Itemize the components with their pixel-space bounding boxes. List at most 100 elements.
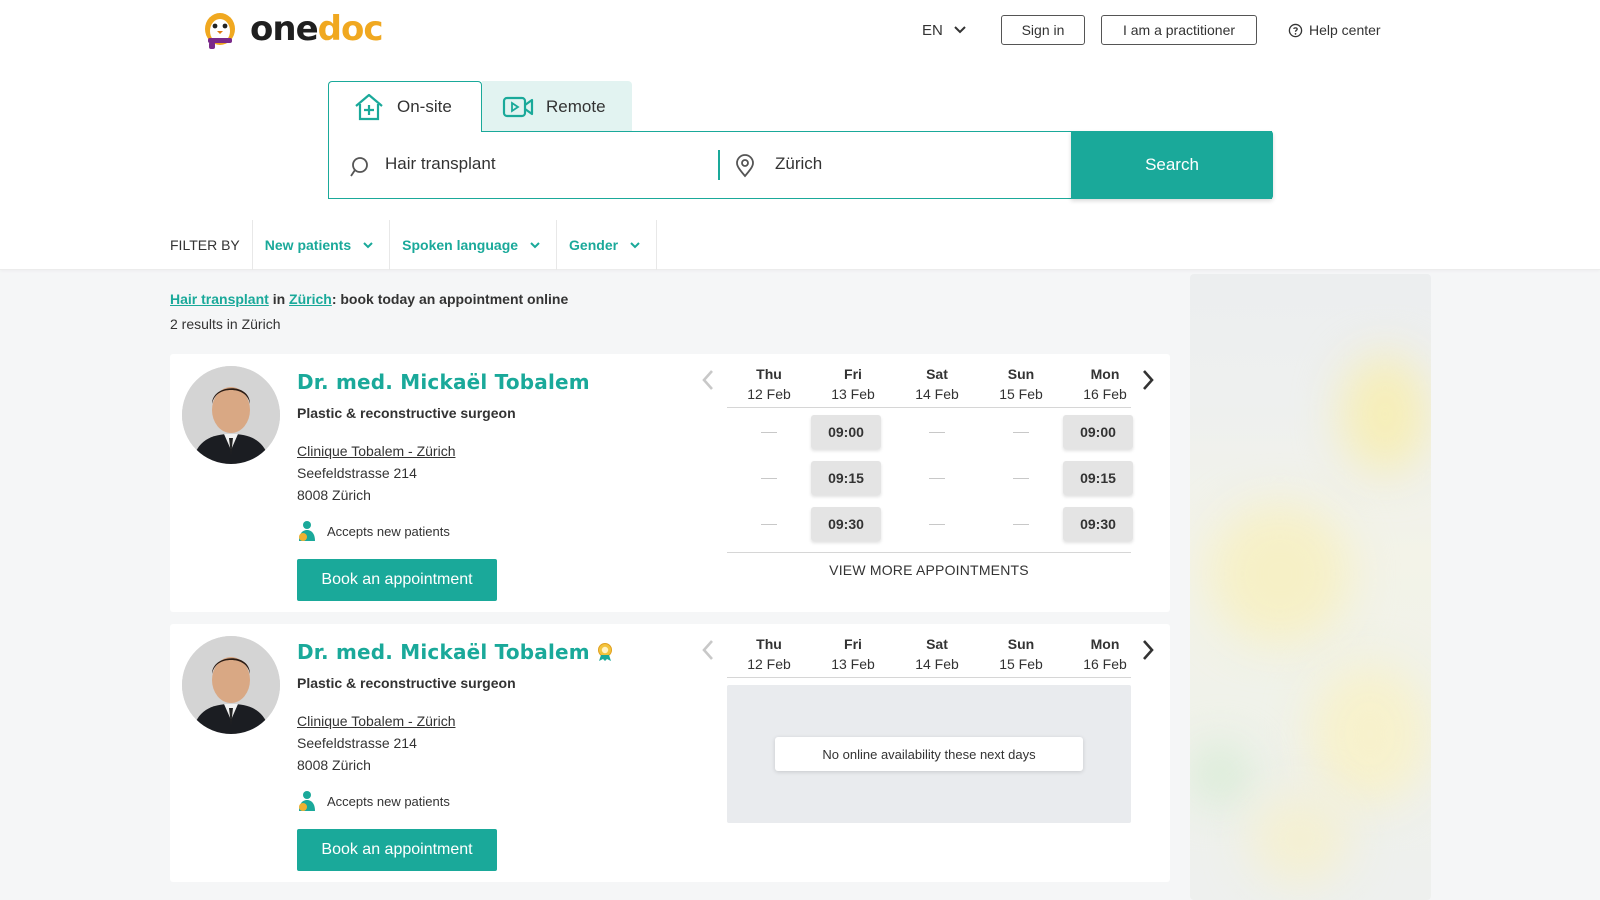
day-column-fri: Fri 13 Feb [811,364,895,404]
results-count: 2 results in Zürich [170,316,281,332]
time-slot-button[interactable]: 09:30 [1063,507,1133,541]
specialty-search-input[interactable] [385,154,685,174]
tab-on-site-label: On-site [397,97,452,116]
filter-gender-label: Gender [569,237,619,253]
clinic-street: Seefeldstrasse 214 [297,735,417,751]
new-patient-icon [299,791,315,811]
onedoc-logo[interactable]: onedoc [198,9,383,49]
day-date: 15 Feb [999,386,1043,402]
no-slot-dash [761,432,777,433]
heading-suffix-text: : book today an appointment online [331,291,569,307]
no-availability-message: No online availability these next days [775,737,1083,771]
accepts-new-patients: Accepts new patients [297,520,450,542]
day-date: 16 Feb [1083,386,1127,402]
day-column-thu: Thu 12 Feb [727,364,811,404]
no-slot-dash [761,478,777,479]
practitioner-button[interactable]: I am a practitioner [1101,15,1257,45]
language-label: EN [922,21,943,39]
language-selector[interactable]: EN [922,18,967,42]
video-camera-icon [502,96,534,117]
time-slot-button[interactable]: 09:00 [1063,415,1133,449]
view-more-appointments-link[interactable]: VIEW MORE APPOINTMENTS [727,562,1131,578]
header-area: onedoc EN Sign in I am a practitioner He… [0,0,1600,270]
slots-separator [727,552,1131,553]
prev-days-arrow-icon[interactable] [700,368,716,392]
doctor-photo [182,636,280,734]
no-slot-dash [929,524,945,525]
specialty-link[interactable]: Hair transplant [170,291,269,307]
filter-gender[interactable]: Gender [557,220,658,270]
accepts-new-patients: Accepts new patients [297,790,450,812]
map-area [1340,354,1430,474]
heading-in-text: in [268,291,290,307]
doctor-photo [182,366,280,464]
prev-days-arrow-icon[interactable] [700,638,716,662]
logo-text-one: one [250,9,319,49]
day-column-sun: Sun 15 Feb [979,634,1063,674]
tab-on-site[interactable]: On-site [328,81,482,132]
doctor-specialty: Plastic & reconstructive surgeon [297,405,516,421]
city-link[interactable]: Zürich [289,291,332,307]
no-slot-dash [761,524,777,525]
day-name: Sat [926,366,948,382]
no-availability-panel: No online availability these next days [727,685,1131,823]
help-center-link[interactable]: Help center [1288,19,1381,41]
map-area [1250,794,1350,884]
accepts-new-patients-label: Accepts new patients [327,523,450,539]
tab-remote-label: Remote [546,96,606,116]
day-column-sat: Sat 14 Feb [895,364,979,404]
day-name: Mon [1090,366,1120,382]
map-area [1210,504,1350,644]
filter-new-patients[interactable]: New patients [253,220,391,270]
results-heading: Hair transplant in Zürich: book today an… [170,291,568,307]
map-area [1310,664,1430,804]
house-plus-icon [355,93,383,121]
search-icon [350,157,368,177]
day-name: Sat [926,636,948,652]
penguin-mascot-icon [205,13,235,49]
day-name: Thu [756,366,782,382]
tab-remote[interactable]: Remote [482,81,632,132]
day-date: 12 Feb [747,386,791,402]
clinic-link[interactable]: Clinique Tobalem - Zürich [297,443,455,459]
doctor-avatar[interactable] [182,366,280,464]
location-search-input[interactable] [775,154,1025,174]
day-date: 14 Feb [915,386,959,402]
time-slot-button[interactable]: 09:00 [811,415,881,449]
doctor-name-text: Dr. med. Mickaël Tobalem [297,370,590,394]
doctor-card: Dr. med. Mickaël Tobalem Plastic & recon… [170,354,1170,612]
chevron-down-icon [630,242,640,249]
search-button[interactable]: Search [1071,131,1273,199]
day-name: Fri [844,366,862,382]
time-slot-button[interactable]: 09:15 [811,461,881,495]
days-header: Thu 12 Feb Fri 13 Feb Sat 14 Feb Sun 15 Feb … [727,634,1131,678]
days-header: Thu 12 Feb Fri 13 Feb Sat 14 Feb Sun 15 Feb … [727,364,1131,408]
no-slot-dash [929,432,945,433]
book-appointment-button[interactable]: Book an appointment [297,559,497,601]
book-appointment-button[interactable]: Book an appointment [297,829,497,871]
time-slot-button[interactable]: 09:30 [811,507,881,541]
chevron-down-icon [954,26,966,34]
map-panel[interactable] [1190,274,1431,900]
award-badge-icon [597,643,612,661]
clinic-street: Seefeldstrasse 214 [297,465,417,481]
question-circle-icon [1288,23,1303,37]
day-name: Mon [1090,636,1120,652]
sign-in-button[interactable]: Sign in [1001,15,1085,45]
no-slot-dash [929,478,945,479]
doctor-name[interactable]: Dr. med. Mickaël Tobalem [297,370,590,394]
chevron-down-icon [363,242,373,249]
clinic-city: 8008 Zürich [297,487,371,503]
doctor-name[interactable]: Dr. med. Mickaël Tobalem [297,640,614,664]
new-patient-icon [299,521,315,541]
day-column-thu: Thu 12 Feb [727,634,811,674]
time-slot-button[interactable]: 09:15 [1063,461,1133,495]
day-date: 13 Feb [831,656,875,672]
no-slot-dash [1013,524,1029,525]
doctor-avatar[interactable] [182,636,280,734]
filter-spoken-language[interactable]: Spoken language [390,220,558,270]
map-area [1190,744,1250,804]
day-date: 12 Feb [747,656,791,672]
clinic-link[interactable]: Clinique Tobalem - Zürich [297,713,455,729]
day-column-mon: Mon 16 Feb [1063,634,1147,674]
